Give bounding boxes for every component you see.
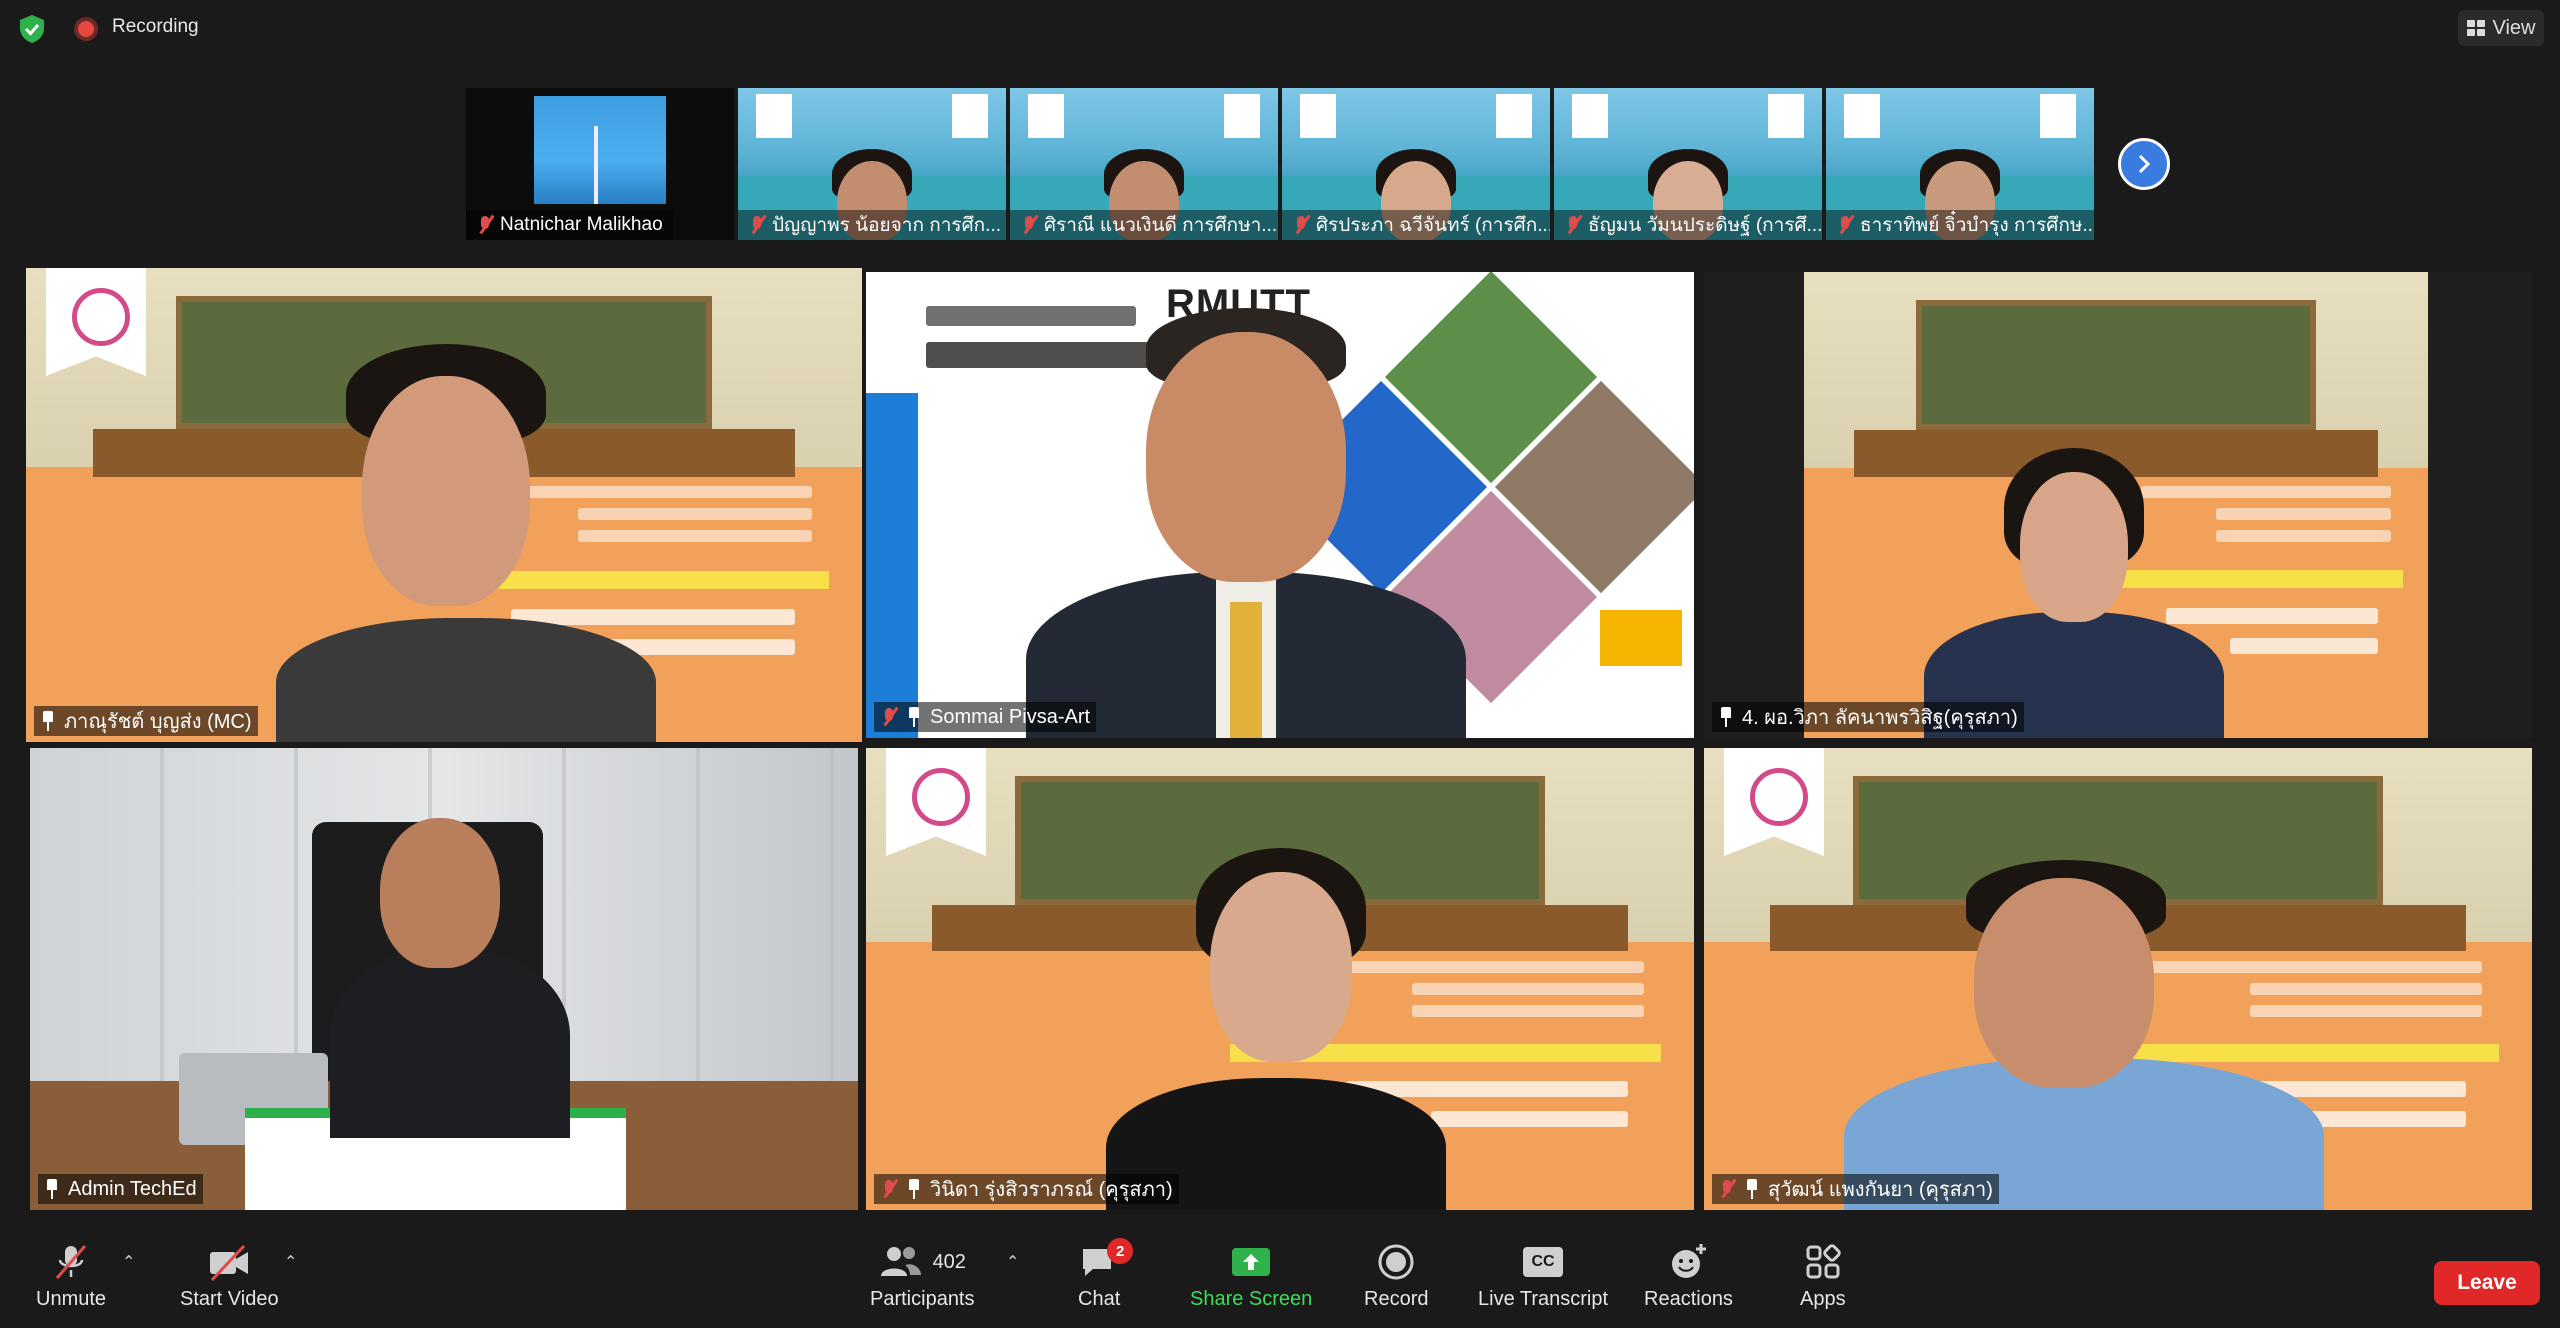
next-page-button[interactable] (2118, 138, 2170, 190)
recording-label: Recording (112, 16, 199, 37)
record-icon (1378, 1244, 1414, 1280)
mic-muted-icon (476, 214, 494, 236)
participant-name: ปัญญาพร น้อยจาก การศึก... (738, 210, 1006, 240)
recording-icon[interactable] (74, 17, 98, 41)
participant-name-text: 4. ผอ.วิภา ลัคนาพรวิสิฐ(คุรุสภา) (1742, 707, 2018, 729)
apps-label: Apps (1800, 1288, 1846, 1310)
participant-name-text: Admin TechEd (68, 1177, 197, 1200)
participant-name-text: Sommai Pivsa-Art (930, 705, 1091, 728)
participant-name: ศิรประภา ฉวีจันทร์ (การศึก... (1282, 210, 1550, 240)
participant-name-text: ปัญญาพร น้อยจาก การศึก... (772, 215, 1002, 236)
video-tile-winida[interactable]: วินิดา รุ่งสิวราภรณ์ (คุรุสภา) (866, 748, 1694, 1210)
pin-icon (906, 1179, 922, 1199)
apps-icon (1806, 1244, 1841, 1279)
leave-button[interactable]: Leave (2434, 1261, 2540, 1305)
participant-name-text: ศิราณี แนวเงินดี การศึกษา... (1044, 215, 1278, 236)
pin-icon (1744, 1179, 1760, 1199)
top-bar: Recording View (0, 0, 2560, 56)
apps-button[interactable]: Apps (1800, 1242, 1846, 1311)
mic-muted-icon (1292, 214, 1310, 236)
video-tile-mc[interactable]: ภาณุรัชต์ บุญส่ง (MC) (26, 268, 862, 742)
participant-name-text: ธัญมน วัมนประดิษฐ์ (การศึ... (1588, 215, 1822, 236)
thumbnail-tile[interactable]: ปัญญาพร น้อยจาก การศึก... (738, 88, 1006, 240)
thumbnail-tile[interactable]: Natnichar Malikhao (466, 88, 734, 240)
mic-muted-icon (1718, 1178, 1736, 1200)
record-label: Record (1364, 1288, 1429, 1310)
participant-name: Natnichar Malikhao (466, 210, 673, 240)
video-options-caret-icon[interactable]: ⌃ (284, 1252, 297, 1272)
grid-view-icon (2466, 20, 2485, 36)
view-label: View (2492, 16, 2536, 39)
mic-off-icon (55, 1245, 87, 1279)
participant-name: ภาณุรัชต์ บุญส่ง (MC) (34, 706, 258, 736)
participant-name: ธัญมน วัมนประดิษฐ์ (การศึ... (1554, 210, 1822, 240)
video-tile-sommai[interactable]: RMUTT Sommai Pivsa-Art (866, 272, 1694, 738)
live-transcript-button[interactable]: CC Live Transcript (1478, 1242, 1608, 1311)
reactions-label: Reactions (1644, 1288, 1733, 1310)
participant-name-text: สุวัฒน์ แพงกันยา (คุรุสภา) (1768, 1179, 1993, 1201)
chat-unread-badge: 2 (1107, 1238, 1134, 1264)
share-screen-button[interactable]: Share Screen (1190, 1242, 1312, 1311)
live-transcript-label: Live Transcript (1478, 1288, 1609, 1310)
closed-captions-icon: CC (1523, 1247, 1564, 1277)
mic-muted-icon (1836, 214, 1854, 236)
share-screen-icon (1232, 1248, 1271, 1276)
record-button[interactable]: Record (1364, 1242, 1428, 1311)
video-tile-suwat[interactable]: สุวัฒน์ แพงกันยา (คุรุสภา) (1704, 748, 2532, 1210)
mic-muted-icon (880, 706, 898, 728)
participant-name: ธาราทิพย์ จิ๋วบำรุง การศึกษ... (1826, 210, 2094, 240)
smiley-icon (1672, 1244, 1707, 1278)
mic-muted-icon (880, 1178, 898, 1200)
thumbnail-tile[interactable]: ศิรประภา ฉวีจันทร์ (การศึก... (1282, 88, 1550, 240)
chevron-right-icon (2138, 154, 2151, 174)
view-button[interactable]: View (2458, 10, 2544, 46)
participants-icon (880, 1247, 921, 1276)
pin-icon (906, 707, 922, 727)
thumbnail-tile[interactable]: ศิราณี แนวเงินดี การศึกษา... (1010, 88, 1278, 240)
participants-count: 402 (932, 1250, 966, 1273)
participant-name: วินิดา รุ่งสิวราภรณ์ (คุรุสภา) (874, 1174, 1179, 1204)
chat-button[interactable]: 2 Chat (1078, 1238, 1134, 1311)
participant-name-text: ภาณุรัชต์ บุญส่ง (MC) (64, 711, 252, 733)
chat-label: Chat (1078, 1288, 1121, 1310)
participant-name: สุวัฒน์ แพงกันยา (คุรุสภา) (1712, 1174, 1999, 1204)
video-tile-admin[interactable]: Admin TechEd (30, 748, 858, 1210)
participant-name-text: ธาราทิพย์ จิ๋วบำรุง การศึกษ... (1860, 215, 2094, 236)
mic-muted-icon (1564, 214, 1582, 236)
participant-strip: Natnichar Malikhao ปัญญาพร น้อยจาก การศึ… (466, 88, 2094, 240)
participant-name: 4. ผอ.วิภา ลัคนาพรวิสิฐ(คุรุสภา) (1712, 702, 2024, 732)
share-screen-label: Share Screen (1190, 1288, 1313, 1310)
mic-muted-icon (1020, 214, 1038, 236)
participants-label: Participants (870, 1288, 975, 1310)
participants-caret-icon[interactable]: ⌃ (1006, 1252, 1019, 1272)
reactions-button[interactable]: Reactions (1644, 1242, 1733, 1311)
participant-name-text: Natnichar Malikhao (500, 214, 663, 235)
pin-icon (40, 711, 56, 731)
wind-turbine-image (534, 96, 666, 204)
mic-muted-icon (748, 214, 766, 236)
unmute-button[interactable]: Unmute (36, 1242, 106, 1311)
participant-name-text: ศิรประภา ฉวีจันทร์ (การศึก... (1316, 215, 1550, 236)
thumbnail-tile[interactable]: ธัญมน วัมนประดิษฐ์ (การศึ... (1554, 88, 1822, 240)
stars-badge (1600, 610, 1682, 666)
participant-name: Sommai Pivsa-Art (874, 702, 1097, 732)
participant-name: Admin TechEd (38, 1174, 203, 1204)
meeting-toolbar: Unmute ⌃ Start Video ⌃ 402 Participants … (0, 1228, 2560, 1328)
start-video-button[interactable]: Start Video (180, 1242, 279, 1311)
video-off-icon (210, 1244, 249, 1282)
participants-button[interactable]: 402 Participants (870, 1242, 975, 1311)
pin-icon (1718, 707, 1734, 727)
security-shield-icon[interactable] (18, 14, 46, 44)
start-video-label: Start Video (180, 1288, 279, 1310)
audio-options-caret-icon[interactable]: ⌃ (122, 1252, 135, 1272)
thumbnail-tile[interactable]: ธาราทิพย์ จิ๋วบำรุง การศึกษ... (1826, 88, 2094, 240)
participant-name-text: วินิดา รุ่งสิวราภรณ์ (คุรุสภา) (930, 1179, 1173, 1201)
pin-icon (44, 1179, 60, 1199)
video-tile-wipa[interactable]: 4. ผอ.วิภา ลัคนาพรวิสิฐ(คุรุสภา) (1704, 272, 2532, 738)
participant-name: ศิราณี แนวเงินดี การศึกษา... (1010, 210, 1278, 240)
unmute-label: Unmute (36, 1288, 107, 1310)
